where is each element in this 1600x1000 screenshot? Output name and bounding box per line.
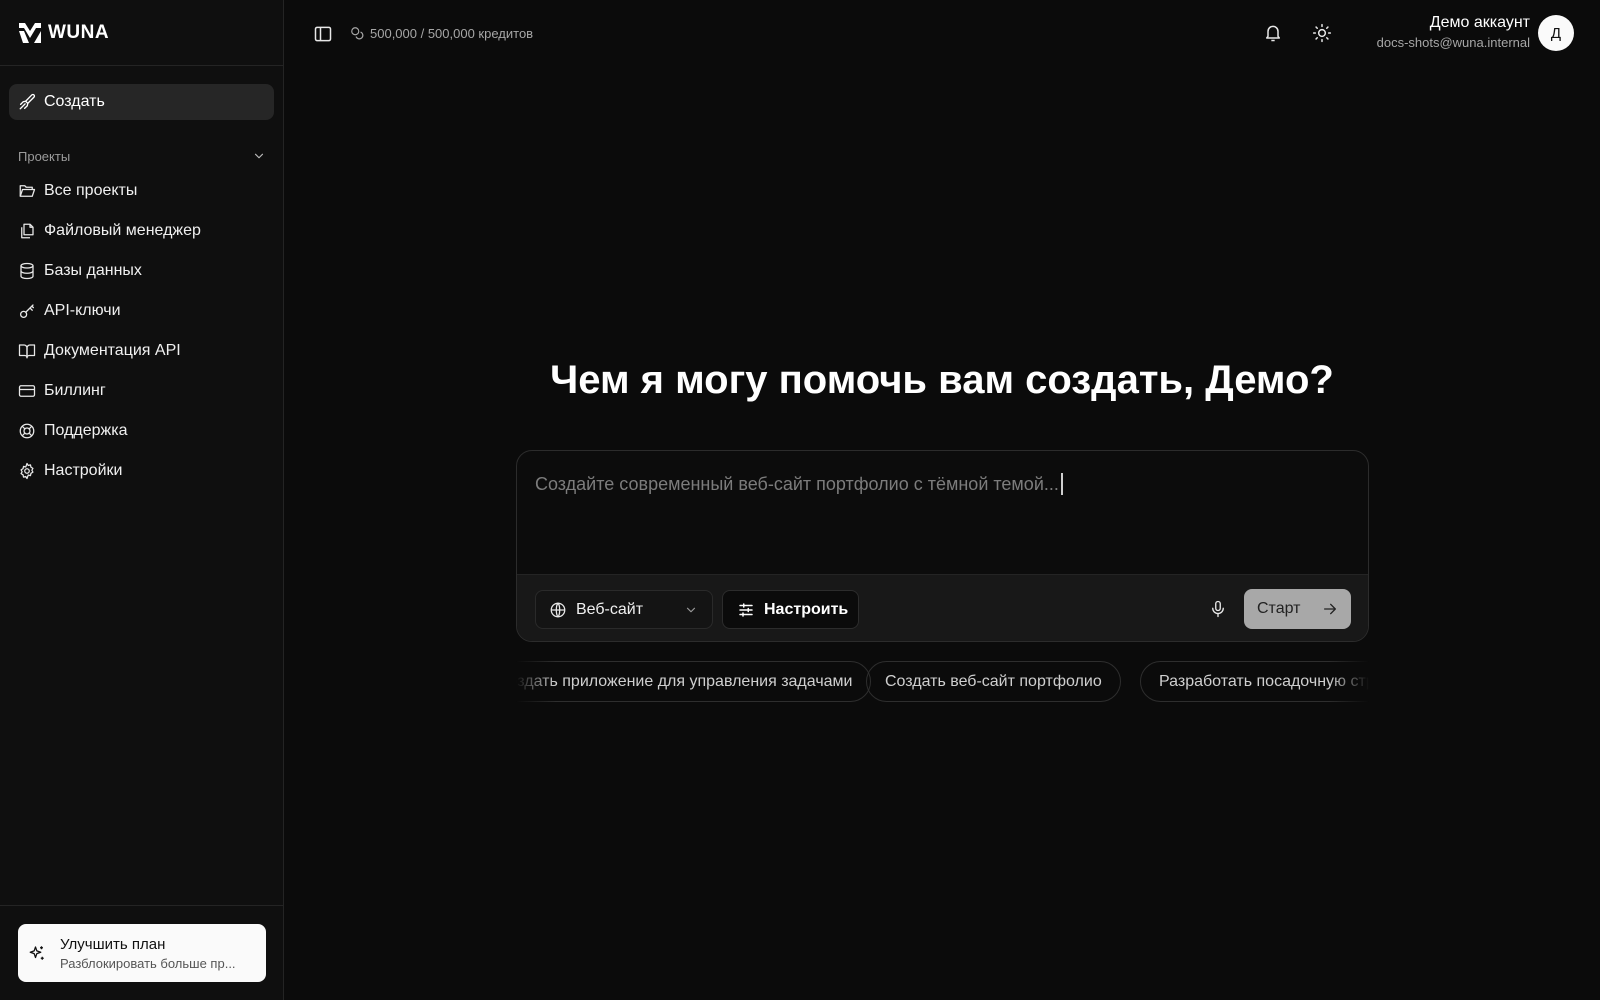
book-open-icon	[18, 344, 36, 359]
prompt-composer: Создайте современный веб-сайт портфолио …	[516, 450, 1369, 642]
globe-icon	[550, 601, 566, 618]
start-label: Старт	[1257, 600, 1301, 617]
arrow-right-icon	[1324, 603, 1336, 615]
sidebar-item-settings[interactable]: Настройки	[9, 451, 274, 491]
sidebar: WUNA Создать Проекты Все проекты Файловы…	[0, 0, 284, 1000]
sidebar-item-label: Документация API	[44, 342, 181, 359]
project-type-select[interactable]: Веб-сайт	[535, 590, 713, 629]
bell-icon[interactable]	[1263, 23, 1283, 43]
sidebar-item-support[interactable]: Поддержка	[9, 411, 274, 451]
upgrade-subtitle: Разблокировать больше пр...	[60, 955, 236, 971]
create-button[interactable]: Создать	[9, 84, 274, 120]
brush-icon	[19, 93, 36, 110]
sidebar-item-api-keys[interactable]: API-ключи	[9, 291, 274, 331]
life-buoy-icon	[19, 423, 35, 439]
sidebar-item-label: Базы данных	[44, 262, 142, 279]
sliders-icon	[739, 602, 753, 617]
sparkles-icon	[29, 946, 44, 960]
sidebar-item-label: Поддержка	[44, 422, 128, 439]
account-email: docs-shots@wuna.internal	[1376, 35, 1530, 50]
brand-logo[interactable]: WUNA	[0, 0, 283, 66]
account-name: Демо аккаунт	[1429, 14, 1530, 31]
sidebar-item-billing[interactable]: Биллинг	[9, 371, 274, 411]
customize-button[interactable]: Настроить	[722, 590, 859, 629]
composer-toolbar: Веб-сайт Настроить Старт	[517, 574, 1368, 641]
sidebar-item-databases[interactable]: Базы данных	[9, 251, 274, 291]
database-icon	[20, 262, 34, 280]
folder-open-icon	[19, 185, 36, 197]
start-button[interactable]: Старт	[1244, 589, 1351, 629]
sidebar-toggle-icon[interactable]	[313, 24, 333, 44]
sidebar-item-label: Файловый менеджер	[44, 222, 201, 239]
coins-icon	[351, 27, 364, 40]
prompt-placeholder: Создайте современный веб-сайт портфолио …	[535, 473, 1059, 494]
suggestions-carousel: Создать приложение для управления задача…	[516, 660, 1369, 704]
avatar[interactable]: Д	[1538, 15, 1574, 51]
sidebar-item-label: Все проекты	[44, 182, 138, 199]
credit-card-icon	[18, 385, 36, 397]
projects-section-label: Проекты	[18, 148, 71, 164]
projects-section-toggle[interactable]: Проекты	[18, 144, 266, 168]
page-title: Чем я могу помочь вам создать, Демо?	[550, 358, 1334, 402]
project-type-label: Веб-сайт	[576, 600, 644, 618]
customize-label: Настроить	[764, 600, 849, 618]
sidebar-nav: Все проекты Файловый менеджер Базы данны…	[9, 171, 274, 491]
sidebar-item-label: Биллинг	[44, 382, 106, 399]
brand-name: WUNA	[48, 21, 110, 43]
sidebar-footer: Улучшить план Разблокировать больше пр..…	[0, 905, 283, 1000]
sidebar-item-file-manager[interactable]: Файловый менеджер	[9, 211, 274, 251]
credits-text: 500,000 / 500,000 кредитов	[370, 25, 534, 41]
sun-icon[interactable]	[1312, 23, 1332, 43]
sidebar-item-api-docs[interactable]: Документация API	[9, 331, 274, 371]
key-icon	[19, 304, 35, 319]
files-icon	[21, 223, 34, 239]
create-label: Создать	[44, 93, 105, 110]
sidebar-item-label: API-ключи	[44, 302, 121, 319]
upgrade-plan-card[interactable]: Улучшить план Разблокировать больше пр..…	[18, 924, 266, 982]
text-caret	[1060, 473, 1063, 495]
sidebar-item-all-projects[interactable]: Все проекты	[9, 171, 274, 211]
credits-indicator: 500,000 / 500,000 кредитов	[350, 24, 533, 42]
wuna-logo-icon	[19, 22, 41, 43]
suggestion-chip[interactable]: Создать приложение для управления задача…	[516, 661, 872, 702]
prompt-input[interactable]: Создайте современный веб-сайт портфолио …	[535, 473, 1063, 495]
topbar: 500,000 / 500,000 кредитов Демо аккаунт …	[284, 0, 1600, 66]
chevron-down-icon	[686, 607, 696, 612]
suggestion-chip[interactable]: Создать веб-сайт портфолио	[866, 661, 1121, 702]
gear-icon	[20, 462, 34, 480]
suggestion-chip[interactable]: Разработать посадочную страницу	[1140, 661, 1369, 702]
sidebar-item-label: Настройки	[44, 462, 123, 479]
account-info[interactable]: Демо аккаунт docs-shots@wuna.internal	[1377, 14, 1530, 50]
microphone-icon[interactable]	[1209, 600, 1227, 618]
upgrade-title: Улучшить план	[60, 935, 166, 953]
chevron-down-icon	[254, 153, 264, 159]
